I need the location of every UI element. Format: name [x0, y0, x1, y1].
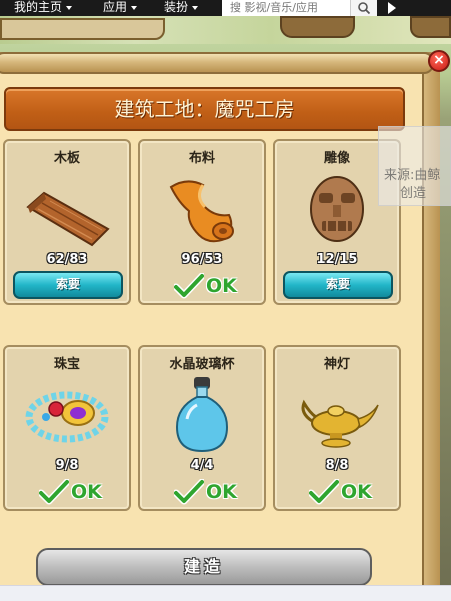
chevron-down-icon: [131, 5, 138, 10]
item-count: 8/8: [325, 458, 349, 473]
checkmark-icon: [174, 479, 204, 505]
statue-icon: [310, 176, 364, 242]
checkmark-icon: [39, 479, 69, 505]
close-button[interactable]: ×: [428, 50, 450, 72]
ok-label: OK: [206, 481, 237, 503]
item-name: 布料: [188, 151, 215, 166]
nav-apps[interactable]: 应用: [103, 0, 138, 16]
game-hud-center: [280, 16, 355, 38]
item-card-cloth: 布料 96/53 OK: [138, 139, 266, 305]
nav-apps-label: 应用: [103, 0, 128, 14]
nav-dress-up-label: 装扮: [164, 0, 189, 14]
chevron-down-icon: [66, 5, 73, 10]
play-icon[interactable]: [388, 2, 396, 14]
item-name: 水晶玻璃杯: [169, 357, 235, 372]
game-hud-left: [0, 18, 165, 40]
request-button[interactable]: 索要: [13, 271, 123, 299]
checkmark-icon: [174, 273, 204, 299]
item-count: 62/83: [46, 252, 88, 267]
bottom-strip: [0, 585, 451, 601]
item-count: 96/53: [181, 252, 223, 267]
item-count: 4/4: [190, 458, 214, 473]
crystal-bottle-icon: [175, 377, 229, 453]
watermark-text: 来源:由鲸: [384, 168, 441, 183]
cloth-roll-icon: [169, 180, 234, 243]
ok-label: OK: [206, 275, 237, 297]
ok-label: OK: [71, 481, 102, 503]
magic-lamp-icon: [301, 399, 379, 448]
nav-dress-up[interactable]: 装扮: [164, 0, 199, 16]
ok-label: OK: [341, 481, 372, 503]
search-button[interactable]: [350, 0, 377, 16]
request-button[interactable]: 索要: [283, 271, 393, 299]
item-name: 神灯: [323, 357, 350, 372]
game-hud-right: [410, 16, 451, 38]
item-count: 12/15: [316, 252, 358, 267]
item-card-crystal-bottle: 水晶玻璃杯 4/4 OK: [138, 345, 266, 511]
item-card-magic-lamp: 神灯 8/8 OK: [273, 345, 401, 511]
item-name: 珠宝: [53, 357, 80, 372]
chevron-down-icon: [192, 5, 199, 10]
item-count: 9/8: [55, 458, 79, 473]
search-input[interactable]: 搜 影视/音乐/应用: [222, 0, 350, 16]
top-navigation-bar: 我的主页 应用 装扮 搜 影视/音乐/应用: [0, 0, 451, 16]
item-card-wood: 木板 62/83 索要: [3, 139, 131, 305]
nav-my-homepage[interactable]: 我的主页: [14, 0, 73, 16]
checkmark-icon: [309, 479, 339, 505]
nav-my-homepage-label: 我的主页: [14, 0, 63, 14]
jewelry-icon: [25, 391, 109, 443]
search-icon: [358, 2, 371, 15]
dialog-scroll-rod: [0, 52, 434, 74]
dialog-title: 建筑工地：魔咒工房: [114, 97, 295, 121]
watermark-text: 创造: [400, 186, 427, 201]
item-card-jewelry: 珠宝 9/8 OK: [3, 345, 131, 511]
item-name: 木板: [53, 151, 80, 166]
wood-plank-icon: [26, 191, 110, 247]
build-button-label: 建造: [183, 557, 224, 576]
construction-dialog: [0, 52, 436, 592]
